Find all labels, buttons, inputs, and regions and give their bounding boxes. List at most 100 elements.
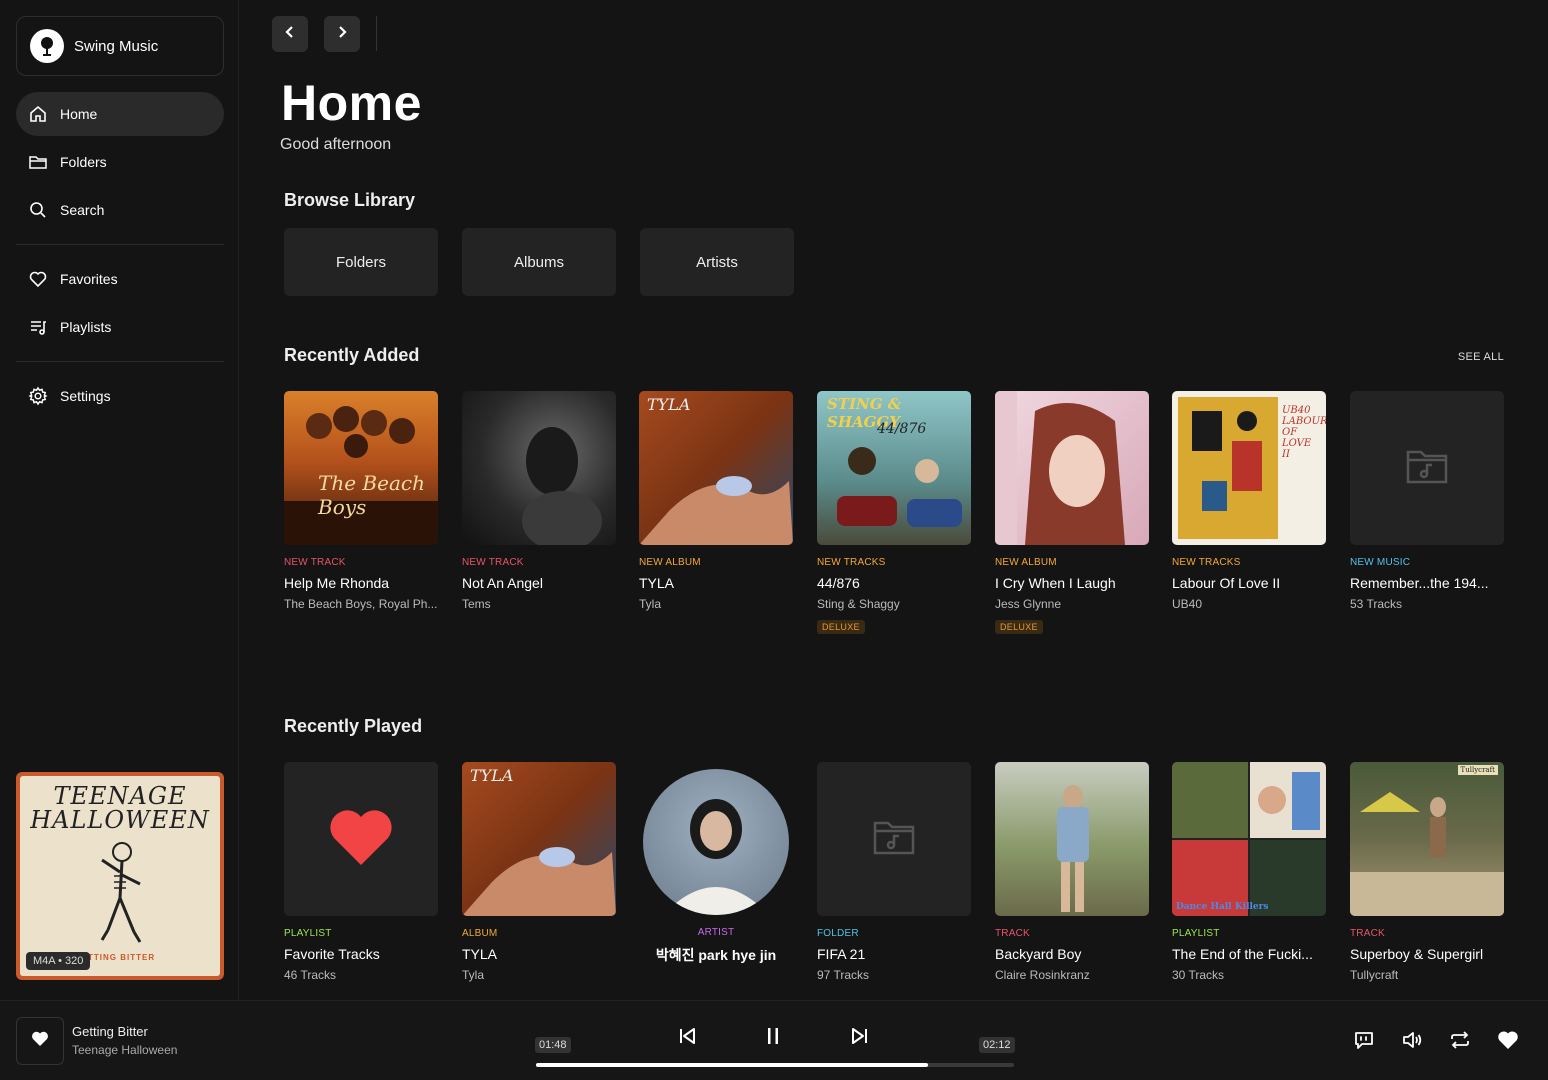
artwork-text-secondary: 44/876: [877, 421, 927, 437]
album-artwork: Tullycraft: [1350, 762, 1504, 916]
folder-artwork: [1350, 391, 1504, 545]
next-button[interactable]: [847, 1025, 873, 1051]
folder-artwork: [817, 762, 971, 916]
app-logo-icon: [30, 29, 64, 63]
sidebar-item-home[interactable]: Home: [16, 92, 224, 136]
card-title: 박혜진 park hye jin: [655, 947, 777, 963]
card-subtitle: Sting & Shaggy: [817, 597, 900, 611]
sidebar-item-favorites[interactable]: Favorites: [16, 257, 224, 301]
sidebar-item-label: Favorites: [60, 271, 118, 287]
chevron-left-icon: [283, 25, 297, 44]
recently-played-card[interactable]: TRACK Backyard Boy Claire Rosinkranz: [995, 762, 1149, 982]
artwork-text: TYLA: [470, 766, 514, 785]
chevron-right-icon: [335, 25, 349, 44]
album-artwork: STING & SHAGGY 44/876: [817, 391, 971, 545]
seek-bar[interactable]: [536, 1063, 1014, 1067]
sidebar-item-label: Search: [60, 202, 105, 218]
card-subtitle: Tems: [462, 597, 491, 611]
now-playing-artwork[interactable]: TEENAGE HALLOWEEN TTING BITTER M4A • 320: [16, 772, 224, 980]
recently-added-card[interactable]: TYLA NEW ALBUM TYLA Tyla: [639, 391, 793, 611]
sidebar-item-label: Settings: [60, 388, 111, 404]
recently-added-card[interactable]: NEW ALBUM I Cry When I Laugh Jess Glynne…: [995, 391, 1149, 635]
album-artwork: TYLA: [639, 391, 793, 545]
recently-played-card[interactable]: Dance Hall Killers PLAYLIST The End of t…: [1172, 762, 1326, 982]
card-title: Remember...the 194...: [1350, 575, 1489, 591]
card-subtitle: The Beach Boys, Royal Ph...: [284, 597, 438, 611]
sidebar-item-search[interactable]: Search: [16, 188, 224, 232]
browse-artists-button[interactable]: Artists: [640, 228, 794, 296]
skeleton-illustration: [100, 842, 142, 943]
skip-next-icon: [850, 1026, 870, 1051]
recently-played-card[interactable]: FOLDER FIFA 21 97 Tracks: [817, 762, 971, 982]
card-subtitle: Claire Rosinkranz: [995, 968, 1090, 982]
playlist-artwork: [284, 762, 438, 916]
lyrics-button[interactable]: [1352, 1030, 1376, 1054]
repeat-icon: [1449, 1029, 1471, 1056]
card-title: Labour Of Love II: [1172, 575, 1281, 591]
favorite-button[interactable]: [1496, 1030, 1520, 1054]
forward-button[interactable]: [324, 16, 360, 52]
app-brand[interactable]: Swing Music: [16, 16, 224, 76]
card-type: NEW ALBUM: [995, 557, 1057, 568]
now-playing-artist[interactable]: Teenage Halloween: [72, 1043, 177, 1057]
previous-button[interactable]: [674, 1025, 700, 1051]
repeat-button[interactable]: [1448, 1030, 1472, 1054]
recently-added-card[interactable]: NEW TRACK Not An Angel Tems: [462, 391, 616, 611]
card-title: Backyard Boy: [995, 946, 1082, 962]
player-bar: Getting Bitter Teenage Halloween 01:48 0…: [0, 1000, 1548, 1080]
favorite-track-button[interactable]: [16, 1017, 64, 1065]
card-type: NEW TRACKS: [1172, 557, 1241, 568]
playlist-icon: [28, 317, 48, 337]
artwork-text: TYLA: [647, 395, 691, 414]
card-type: NEW TRACK: [462, 557, 524, 568]
recently-played-card[interactable]: Tullycraft TRACK Superboy & Supergirl Tu…: [1350, 762, 1504, 982]
card-title: Superboy & Supergirl: [1350, 946, 1484, 962]
sidebar-divider: [16, 244, 224, 245]
sidebar-divider: [16, 361, 224, 362]
album-artwork: The Beach Boys: [284, 391, 438, 545]
artwork-text: Tullycraft: [1457, 765, 1498, 775]
card-subtitle: UB40: [1172, 597, 1203, 611]
format-badge: M4A • 320: [26, 952, 91, 970]
artwork-text: UB40 LABOUR OF LOVE II: [1282, 405, 1326, 460]
card-subtitle: 46 Tracks: [284, 968, 337, 982]
recently-added-card[interactable]: STING & SHAGGY 44/876 NEW TRACKS 44/876 …: [817, 391, 971, 635]
volume-button[interactable]: [1400, 1030, 1424, 1054]
card-title: The End of the Fucki...: [1172, 946, 1313, 962]
sidebar-item-label: Home: [60, 106, 98, 122]
artist-avatar: [643, 769, 789, 915]
card-subtitle: Tullycraft: [1350, 968, 1399, 982]
page-title: Home: [281, 75, 422, 131]
recently-added-card[interactable]: NEW MUSIC Remember...the 194... 53 Track…: [1350, 391, 1504, 611]
recently-played-card[interactable]: PLAYLIST Favorite Tracks 46 Tracks: [284, 762, 438, 982]
now-playing-artwork-strip: TTING BITTER: [88, 953, 156, 962]
card-type: TRACK: [995, 928, 1030, 939]
sidebar-item-folders[interactable]: Folders: [16, 140, 224, 184]
card-subtitle: 53 Tracks: [1350, 597, 1403, 611]
recently-added-card[interactable]: UB40 LABOUR OF LOVE II NEW TRACKS Labour…: [1172, 391, 1326, 611]
card-type: NEW TRACK: [284, 557, 346, 568]
browse-folders-button[interactable]: Folders: [284, 228, 438, 296]
browse-albums-button[interactable]: Albums: [462, 228, 616, 296]
card-subtitle: 30 Tracks: [1172, 968, 1225, 982]
card-subtitle: Tyla: [462, 968, 485, 982]
sidebar-item-settings[interactable]: Settings: [16, 374, 224, 418]
deluxe-badge: DELUXE: [817, 620, 865, 634]
back-button[interactable]: [272, 16, 308, 52]
artwork-text: Dance Hall Killers: [1176, 902, 1269, 912]
card-subtitle: Jess Glynne: [995, 597, 1062, 611]
sidebar-item-label: Playlists: [60, 319, 112, 335]
recently-played-card[interactable]: TYLA ALBUM TYLA Tyla: [462, 762, 616, 982]
deluxe-badge: DELUXE: [995, 620, 1043, 634]
home-icon: [28, 104, 48, 124]
recently-added-card[interactable]: The Beach Boys NEW TRACK Help Me Rhonda …: [284, 391, 438, 611]
card-subtitle: 97 Tracks: [817, 968, 870, 982]
sidebar-item-playlists[interactable]: Playlists: [16, 305, 224, 349]
see-all-link[interactable]: SEE ALL: [1458, 351, 1504, 363]
recently-played-card[interactable]: ARTIST 박혜진 park hye jin: [639, 762, 793, 965]
volume-icon: [1401, 1029, 1423, 1056]
card-type: NEW ALBUM: [639, 557, 701, 568]
pause-button[interactable]: [760, 1025, 786, 1051]
pause-icon: [765, 1026, 781, 1051]
card-subtitle: Tyla: [639, 597, 662, 611]
